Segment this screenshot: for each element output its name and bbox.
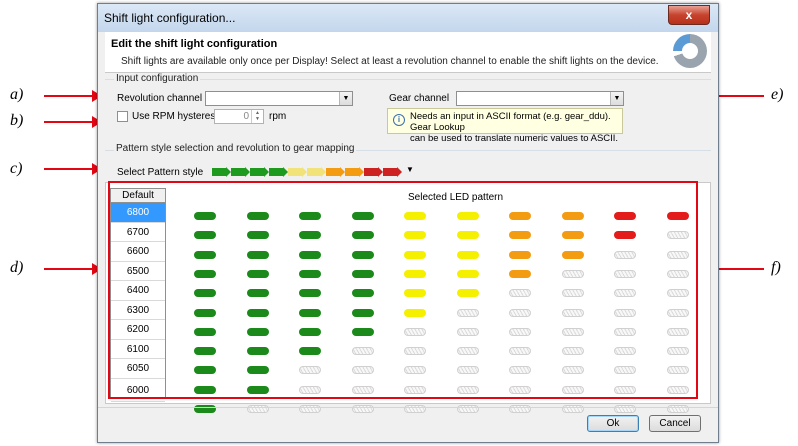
- header-panel: Edit the shift light configuration Shift…: [105, 32, 711, 73]
- title-bar[interactable]: Shift light configuration... x: [98, 4, 718, 32]
- pattern-arrow-icon: [345, 167, 364, 177]
- pattern-arrow-icon: [212, 167, 231, 177]
- info-text-line-2: can be used to translate numeric values …: [410, 133, 619, 144]
- chevron-down-icon[interactable]: ▼: [610, 92, 623, 105]
- annotation-arrow-d: [44, 263, 102, 275]
- chevron-down-icon[interactable]: ▼: [406, 165, 414, 174]
- pattern-arrow-icon: [269, 167, 288, 177]
- close-button[interactable]: x: [668, 5, 710, 25]
- chevron-down-icon[interactable]: ▼: [339, 92, 352, 105]
- annotation-e: e): [771, 86, 784, 103]
- pattern-arrow-icon: [231, 167, 250, 177]
- pattern-arrow-icon: [288, 167, 307, 177]
- header-title: Edit the shift light configuration: [111, 38, 278, 50]
- gear-info-box: i Needs an input in ASCII format (e.g. g…: [387, 108, 623, 144]
- pattern-group-title: Pattern style selection and revolution t…: [114, 143, 357, 154]
- pattern-style-label: Select Pattern style: [117, 167, 204, 178]
- info-text-line-1: Needs an input in ASCII format (e.g. gea…: [410, 111, 611, 133]
- revolution-channel-label: Revolution channel: [117, 93, 203, 104]
- header-subtitle: Shift lights are available only once per…: [121, 56, 659, 67]
- cancel-button[interactable]: Cancel: [649, 415, 701, 432]
- rpm-hysteresis-label: Use RPM hysteresis: [132, 111, 223, 122]
- logo-icon: [673, 34, 707, 68]
- spinner-arrows-icon[interactable]: ▲ ▼: [251, 110, 263, 123]
- annotation-arrow-c: [44, 163, 102, 175]
- pattern-arrow-icon: [307, 167, 326, 177]
- annotation-f: f): [771, 259, 781, 276]
- gear-channel-label: Gear channel: [389, 93, 450, 104]
- footer-divider: [98, 407, 718, 408]
- rpm-hysteresis-checkbox[interactable]: [117, 111, 128, 122]
- annotation-b: b): [10, 112, 24, 129]
- gear-channel-select[interactable]: ▼: [456, 91, 624, 106]
- annotation-a: a): [10, 86, 24, 103]
- pattern-arrow-icon: [250, 167, 269, 177]
- ok-button[interactable]: Ok: [587, 415, 639, 432]
- revolution-channel-select[interactable]: ▼: [205, 91, 353, 106]
- pattern-arrow-icon: [383, 167, 402, 177]
- info-icon: i: [393, 114, 405, 126]
- highlight-frame-grid: [108, 181, 698, 399]
- annotation-arrow-a: [44, 90, 102, 102]
- window-title: Shift light configuration...: [104, 11, 236, 25]
- pattern-arrow-icon: [364, 167, 383, 177]
- hysteresis-spinner[interactable]: 0 ▲ ▼: [214, 109, 264, 124]
- pattern-style-select[interactable]: ▼: [208, 165, 418, 180]
- hysteresis-unit: rpm: [269, 111, 287, 122]
- annotation-c: c): [10, 160, 23, 177]
- pattern-arrow-icon: [326, 167, 345, 177]
- annotation-d: d): [10, 259, 24, 276]
- annotation-arrow-b: [44, 116, 102, 128]
- hysteresis-value: 0: [243, 111, 249, 122]
- input-config-title: Input configuration: [114, 73, 201, 84]
